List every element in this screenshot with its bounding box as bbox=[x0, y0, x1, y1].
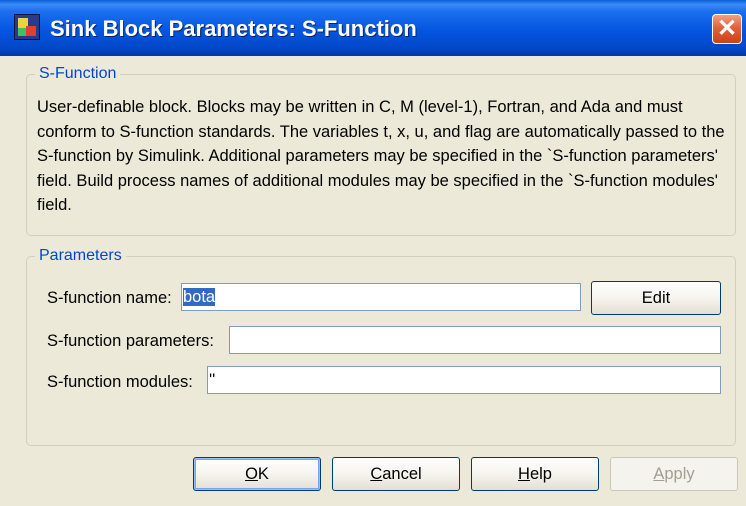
ok-button[interactable]: OK bbox=[193, 457, 321, 491]
ok-mnemonic: O bbox=[245, 465, 258, 483]
cancel-mnemonic: C bbox=[370, 465, 383, 483]
parameters-group: Parameters S-function name: bota Edit S-… bbox=[26, 245, 736, 446]
parameters-group-legend: Parameters bbox=[35, 245, 126, 267]
s-function-name-value: bota bbox=[183, 288, 216, 306]
apply-label-rest: pply bbox=[664, 465, 695, 483]
simulink-block-icon[interactable] bbox=[14, 14, 40, 40]
window-title: Sink Block Parameters: S-Function bbox=[50, 16, 417, 41]
dialog-window: Sink Block Parameters: S-Function ✕ S-Fu… bbox=[0, 0, 746, 506]
ok-label-rest: K bbox=[257, 465, 269, 483]
close-x-icon: ✕ bbox=[716, 15, 738, 42]
cancel-label-rest: ancel bbox=[382, 465, 422, 483]
s-function-modules-label: S-function modules: bbox=[47, 373, 193, 391]
s-function-modules-input[interactable]: '' bbox=[207, 366, 721, 394]
edit-button[interactable]: Edit bbox=[591, 281, 721, 315]
s-function-description-group: S-Function User-definable block. Blocks … bbox=[26, 63, 736, 236]
apply-mnemonic: A bbox=[653, 465, 665, 483]
help-mnemonic: H bbox=[518, 465, 530, 483]
block-description-text: User-definable block. Blocks may be writ… bbox=[37, 98, 725, 214]
s-function-name-input[interactable]: bota bbox=[181, 283, 581, 311]
s-function-parameters-input[interactable] bbox=[229, 326, 721, 354]
s-function-parameters-label: S-function parameters: bbox=[47, 332, 214, 350]
close-button[interactable]: ✕ bbox=[712, 14, 742, 44]
help-button[interactable]: Help bbox=[471, 457, 599, 491]
help-label-rest: elp bbox=[529, 465, 552, 483]
title-bar[interactable]: Sink Block Parameters: S-Function ✕ bbox=[0, 0, 746, 56]
s-function-name-label: S-function name: bbox=[47, 289, 172, 307]
cancel-button[interactable]: Cancel bbox=[332, 457, 460, 491]
apply-button[interactable]: Apply bbox=[610, 457, 738, 491]
description-group-legend: S-Function bbox=[35, 63, 121, 85]
